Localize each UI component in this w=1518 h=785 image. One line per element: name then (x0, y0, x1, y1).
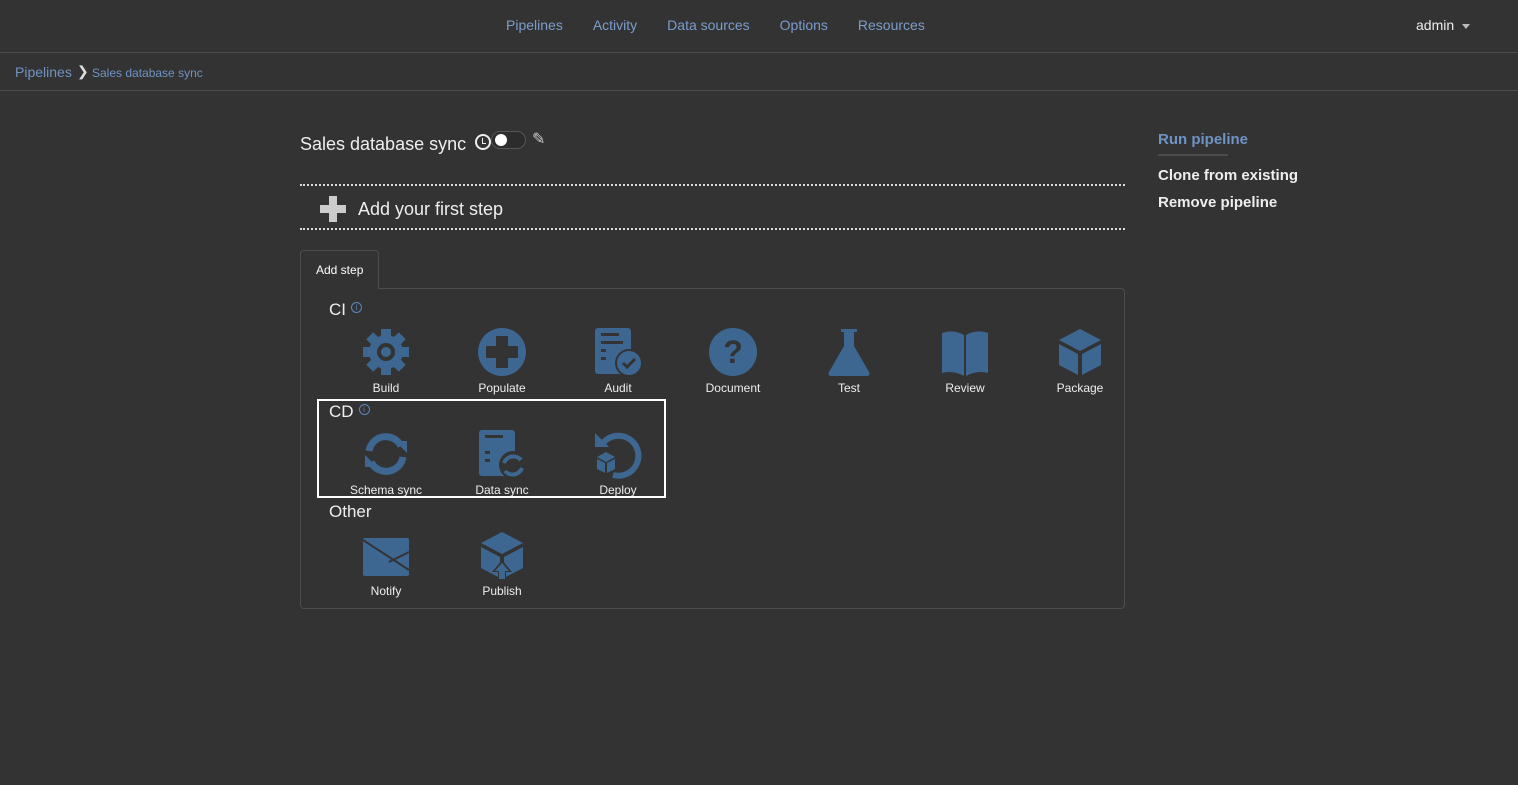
step-data-sync[interactable]: Data sync (452, 429, 552, 497)
clone-from-existing-link[interactable]: Clone from existing (1158, 167, 1298, 184)
step-label: Populate (478, 381, 526, 395)
schedule-toggle[interactable] (491, 131, 526, 149)
step-package[interactable]: Package (1030, 327, 1130, 395)
run-pipeline-link[interactable]: Run pipeline (1158, 131, 1248, 156)
step-label: Review (945, 381, 985, 395)
add-step-panel: CI i Build Populate Audit ? Document Test… (300, 288, 1125, 609)
chevron-right-icon: ❯ (77, 63, 89, 79)
section-cd-title: CD (329, 402, 354, 421)
cube-icon (1059, 329, 1101, 375)
envelope-icon (362, 538, 410, 576)
breadcrumb-pipelines[interactable]: Pipelines (15, 64, 72, 80)
step-label: Audit (604, 381, 632, 395)
nav-data-sources[interactable]: Data sources (667, 17, 749, 33)
add-first-step-label: Add your first step (358, 199, 504, 219)
section-other: Other (329, 502, 372, 522)
svg-text:?: ? (723, 334, 743, 370)
step-label: Document (705, 381, 761, 395)
breadcrumb-current[interactable]: Sales database sync (92, 66, 203, 80)
step-label: Test (837, 381, 860, 395)
step-review[interactable]: Review (915, 327, 1015, 395)
clock-icon (475, 134, 491, 150)
step-populate[interactable]: Populate (452, 327, 552, 395)
plus-circle-icon (478, 328, 526, 376)
step-label: Notify (370, 584, 402, 598)
step-deploy[interactable]: Deploy (568, 429, 668, 497)
section-ci-title: CI (329, 300, 346, 319)
gear-icon (363, 329, 409, 375)
step-label: Publish (482, 584, 522, 598)
step-label: Data sync (475, 483, 529, 497)
info-icon[interactable]: i (358, 404, 370, 415)
step-build[interactable]: Build (336, 327, 436, 395)
sync-icon (365, 433, 407, 475)
step-document[interactable]: ? Document (683, 327, 783, 395)
remove-pipeline-link[interactable]: Remove pipeline (1158, 194, 1277, 211)
step-test[interactable]: Test (799, 327, 899, 395)
nav-resources[interactable]: Resources (858, 17, 925, 33)
document-sync-icon (479, 430, 527, 479)
user-name: admin (1416, 17, 1455, 33)
flask-icon (828, 329, 870, 376)
add-first-step[interactable]: Add your first step (300, 184, 1125, 230)
tab-add-step[interactable]: Add step (300, 250, 379, 289)
question-circle-icon: ? (709, 328, 757, 376)
plus-icon (320, 196, 346, 222)
breadcrumb: Pipelines ❯ Sales database sync (0, 54, 1518, 91)
deploy-icon (595, 432, 642, 479)
step-label: Package (1056, 381, 1104, 395)
user-menu[interactable]: admin (1416, 17, 1471, 33)
page-title: Sales database sync (300, 134, 467, 154)
document-check-icon (595, 328, 643, 377)
top-nav: Pipelines Activity Data sources Options … (0, 0, 1518, 53)
section-other-title: Other (329, 502, 372, 521)
info-icon[interactable]: i (351, 302, 362, 313)
step-notify[interactable]: Notify (336, 530, 436, 598)
caret-down-icon (1462, 23, 1471, 29)
step-label: Build (372, 381, 400, 395)
cube-upload-icon (481, 532, 523, 580)
section-cd: CD i (329, 402, 370, 422)
step-schema-sync[interactable]: Schema sync (336, 429, 436, 497)
nav-pipelines[interactable]: Pipelines (506, 17, 563, 33)
edit-pencil-icon[interactable]: ✎ (532, 129, 545, 149)
step-audit[interactable]: Audit (568, 327, 668, 395)
step-publish[interactable]: Publish (452, 530, 552, 598)
nav-options[interactable]: Options (780, 17, 828, 33)
nav-activity[interactable]: Activity (593, 17, 637, 33)
section-ci: CI i (329, 300, 362, 320)
step-label: Deploy (599, 483, 637, 497)
step-label: Schema sync (349, 483, 423, 497)
book-open-icon (942, 331, 988, 376)
